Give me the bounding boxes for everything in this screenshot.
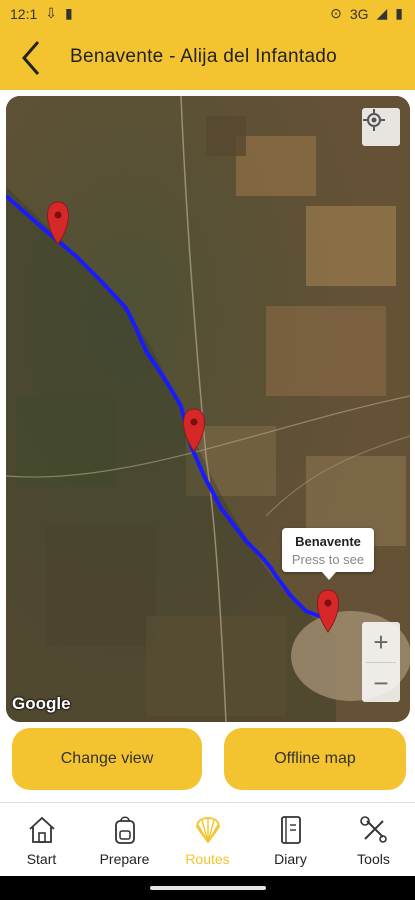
location-icon: ⊙ bbox=[330, 5, 342, 21]
shell-icon bbox=[195, 817, 220, 844]
download-icon: ⇩ bbox=[45, 5, 57, 21]
nav-item-tools[interactable]: Tools bbox=[332, 803, 415, 877]
tools-icon bbox=[359, 816, 387, 843]
zoom-in-button[interactable]: + bbox=[362, 622, 400, 662]
nav-item-start[interactable]: Start bbox=[0, 803, 83, 877]
nav-label-diary: Diary bbox=[274, 851, 307, 867]
info-window-title: Benavente bbox=[295, 534, 361, 549]
status-time: 12:1 bbox=[10, 5, 38, 22]
bottom-navigation: Start Prepare Routes Diary Tools bbox=[0, 802, 415, 877]
satellite-map[interactable] bbox=[6, 96, 410, 722]
status-bar: 12:1 ⇩ ▮ ⊙ 3G ◢ ▮ bbox=[0, 0, 415, 26]
zoom-controls: + − bbox=[362, 622, 400, 702]
nav-label-routes: Routes bbox=[185, 851, 230, 867]
back-button[interactable] bbox=[14, 36, 54, 80]
nav-item-routes[interactable]: Routes bbox=[166, 803, 249, 877]
sd-card-icon: ▮ bbox=[64, 5, 73, 21]
house-icon bbox=[28, 816, 55, 843]
google-logo: Google bbox=[12, 694, 71, 713]
page-title: Benavente - Alija del Infantado bbox=[70, 46, 338, 67]
diary-icon bbox=[280, 816, 301, 844]
network-label: 3G bbox=[349, 5, 369, 22]
nav-label-tools: Tools bbox=[357, 851, 390, 867]
zoom-out-button[interactable]: − bbox=[362, 663, 400, 703]
my-location-button[interactable] bbox=[362, 108, 400, 146]
info-window-subtitle: Press to see bbox=[291, 552, 365, 567]
app-bar: Benavente - Alija del Infantado bbox=[0, 26, 415, 90]
nav-label-prepare: Prepare bbox=[99, 851, 150, 867]
nav-item-prepare[interactable]: Prepare bbox=[83, 803, 166, 877]
offline-map-button[interactable]: Offline map bbox=[224, 728, 406, 790]
nav-label-start: Start bbox=[26, 851, 57, 867]
system-navigation-bar bbox=[0, 876, 415, 900]
battery-icon: ▮ bbox=[395, 5, 403, 21]
marker-info-window[interactable]: Benavente Press to see bbox=[282, 528, 374, 580]
map-view[interactable]: Benavente Press to see + − Google bbox=[6, 96, 410, 722]
nav-item-diary[interactable]: Diary bbox=[249, 803, 332, 877]
home-gesture-handle[interactable] bbox=[150, 886, 266, 890]
signal-icon: ◢ bbox=[376, 5, 388, 21]
backpack-icon bbox=[114, 816, 135, 844]
crosshair-icon bbox=[363, 109, 385, 131]
change-view-button[interactable]: Change view bbox=[12, 728, 202, 790]
chevron-left-icon bbox=[22, 41, 40, 75]
